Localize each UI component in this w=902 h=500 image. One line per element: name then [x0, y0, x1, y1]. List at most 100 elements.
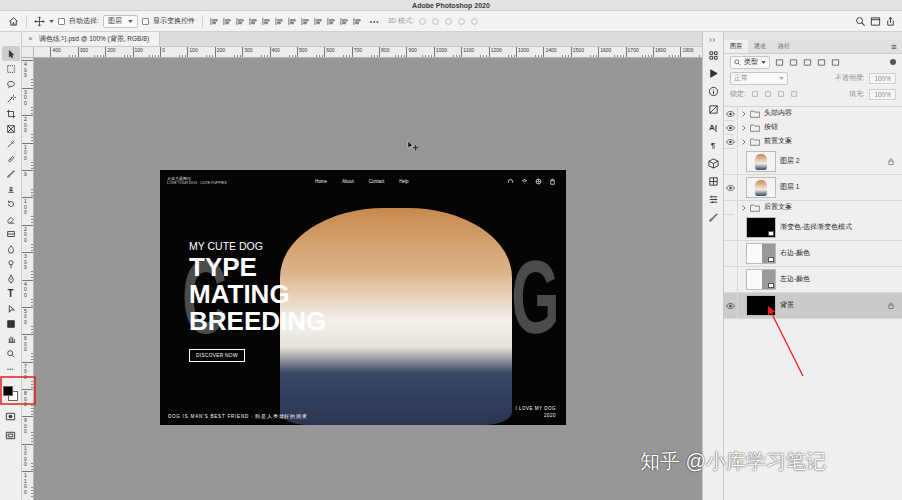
layer-row[interactable]: 后置文案	[724, 201, 734, 215]
lock-option-icon[interactable]	[790, 90, 798, 98]
align-icon[interactable]	[301, 17, 310, 26]
3d-mode-icon[interactable]	[457, 17, 466, 26]
visibility-toggle[interactable]	[724, 215, 738, 240]
screen-mode-icon[interactable]	[5, 430, 16, 441]
panel-collapse-bar[interactable]	[724, 32, 902, 40]
layer-row[interactable]: 按钮	[724, 121, 734, 135]
visibility-toggle[interactable]	[724, 201, 738, 214]
close-tab-button[interactable]: ×	[28, 35, 33, 43]
tool-button[interactable]	[2, 271, 20, 286]
panel-button[interactable]	[705, 103, 721, 116]
visibility-toggle[interactable]	[724, 175, 738, 200]
filter-icon[interactable]	[775, 58, 784, 67]
tool-button[interactable]	[2, 121, 20, 136]
layer-row[interactable]: 渐变色-选择渐变色模式	[724, 215, 902, 241]
panel-tab[interactable]: 路径	[772, 40, 796, 53]
filter-icon[interactable]	[789, 58, 798, 67]
tool-button[interactable]	[2, 151, 20, 166]
panel-tab[interactable]: 图层	[724, 40, 748, 53]
tool-button[interactable]	[2, 76, 20, 91]
headphone-icon[interactable]	[507, 178, 514, 185]
panel-button[interactable]: A|	[705, 121, 721, 134]
foreground-color-swatch[interactable]	[3, 386, 13, 396]
panel-button[interactable]: ¶	[705, 139, 721, 152]
3d-mode-icon[interactable]	[470, 17, 479, 26]
panel-button[interactable]	[705, 175, 721, 188]
horizontal-ruler[interactable]: 4003002001000100200300400500600700800900…	[34, 47, 702, 57]
align-icon[interactable]	[223, 17, 232, 26]
caret-icon[interactable]	[49, 20, 54, 23]
align-icon[interactable]	[236, 17, 245, 26]
filter-toggle[interactable]	[890, 59, 896, 65]
layer-row[interactable]: 图层 1	[724, 175, 902, 201]
3d-mode-icon[interactable]	[418, 17, 427, 26]
layer-row[interactable]: 图层 2	[724, 149, 902, 175]
workspace-icon[interactable]	[870, 16, 881, 27]
align-icon[interactable]	[210, 17, 219, 26]
tool-button[interactable]	[2, 301, 20, 316]
home-icon[interactable]	[8, 16, 19, 27]
chevron-icon[interactable]	[742, 125, 746, 131]
site-logo[interactable]: 犬类主题网站LOVE YOUR DOG · CUTE PUPPIES	[167, 177, 315, 186]
layer-row[interactable]: 背景	[724, 293, 902, 319]
search-icon[interactable]	[855, 16, 866, 27]
tool-button[interactable]: T	[2, 286, 20, 301]
tool-button[interactable]	[2, 181, 20, 196]
bag-icon[interactable]	[549, 178, 556, 185]
nav-link[interactable]: Contact	[369, 179, 385, 184]
align-icon[interactable]	[314, 17, 323, 26]
tool-button[interactable]	[2, 61, 20, 76]
lock-option-icon[interactable]	[777, 90, 785, 98]
layer-row[interactable]: 左边-颜色	[724, 267, 902, 293]
align-icon[interactable]	[327, 17, 336, 26]
design-document[interactable]: CDOG犬类主题网站LOVE YOUR DOG · CUTE PUPPIESHo…	[160, 170, 566, 425]
discover-button[interactable]: DISCOVER NOW	[189, 349, 245, 362]
tool-button[interactable]	[2, 196, 20, 211]
align-icon[interactable]	[340, 17, 349, 26]
tool-button[interactable]	[2, 106, 20, 121]
auto-select-checkbox[interactable]	[58, 18, 65, 25]
tool-button[interactable]	[2, 211, 20, 226]
lock-option-icon[interactable]	[764, 90, 772, 98]
panel-button[interactable]	[705, 85, 721, 98]
share-icon[interactable]	[885, 16, 896, 27]
vertical-ruler[interactable]: 4003002001000100200300400500600700800900…	[22, 58, 34, 500]
fill-field[interactable]: 100%	[869, 89, 896, 100]
panel-menu-icon[interactable]	[890, 43, 898, 51]
layer-filter-dropdown[interactable]: 类型	[730, 56, 770, 69]
more-tools-button[interactable]: •••	[2, 361, 20, 376]
panel-button[interactable]	[705, 157, 721, 170]
visibility-toggle[interactable]	[724, 135, 738, 148]
visibility-toggle[interactable]	[724, 149, 738, 174]
panel-tab[interactable]: 通道	[748, 40, 772, 53]
align-icon[interactable]	[249, 17, 258, 26]
lock-option-icon[interactable]	[751, 90, 759, 98]
3d-mode-icon[interactable]	[431, 17, 440, 26]
align-icon[interactable]	[275, 17, 284, 26]
opacity-field[interactable]: 100%	[869, 73, 896, 84]
chevron-icon[interactable]	[742, 205, 746, 211]
filter-icon[interactable]	[831, 58, 840, 67]
layer-row[interactable]: 右边-颜色	[724, 241, 902, 267]
panel-button[interactable]	[705, 193, 721, 206]
tool-button[interactable]	[2, 226, 20, 241]
filter-icon[interactable]	[817, 58, 826, 67]
visibility-toggle[interactable]	[724, 293, 738, 318]
more-button[interactable]: •••	[370, 18, 380, 25]
filter-icon[interactable]	[803, 58, 812, 67]
tool-button[interactable]	[2, 316, 20, 331]
layer-row[interactable]: 前置文案	[724, 135, 734, 149]
chevron-icon[interactable]	[742, 139, 746, 145]
visibility-toggle[interactable]	[724, 107, 738, 120]
visibility-toggle[interactable]	[724, 241, 738, 266]
visibility-toggle[interactable]	[724, 267, 738, 292]
align-icon[interactable]	[262, 17, 271, 26]
globe-icon[interactable]	[535, 178, 542, 185]
tool-button[interactable]	[2, 166, 20, 181]
align-icon[interactable]	[288, 17, 297, 26]
panel-button[interactable]	[705, 67, 721, 80]
tool-button[interactable]	[2, 241, 20, 256]
document-tab[interactable]: ×调色练习.psd @ 100% (背景, RGB/8)	[22, 32, 160, 46]
panel-button[interactable]	[705, 211, 721, 224]
tool-button[interactable]	[2, 136, 20, 151]
